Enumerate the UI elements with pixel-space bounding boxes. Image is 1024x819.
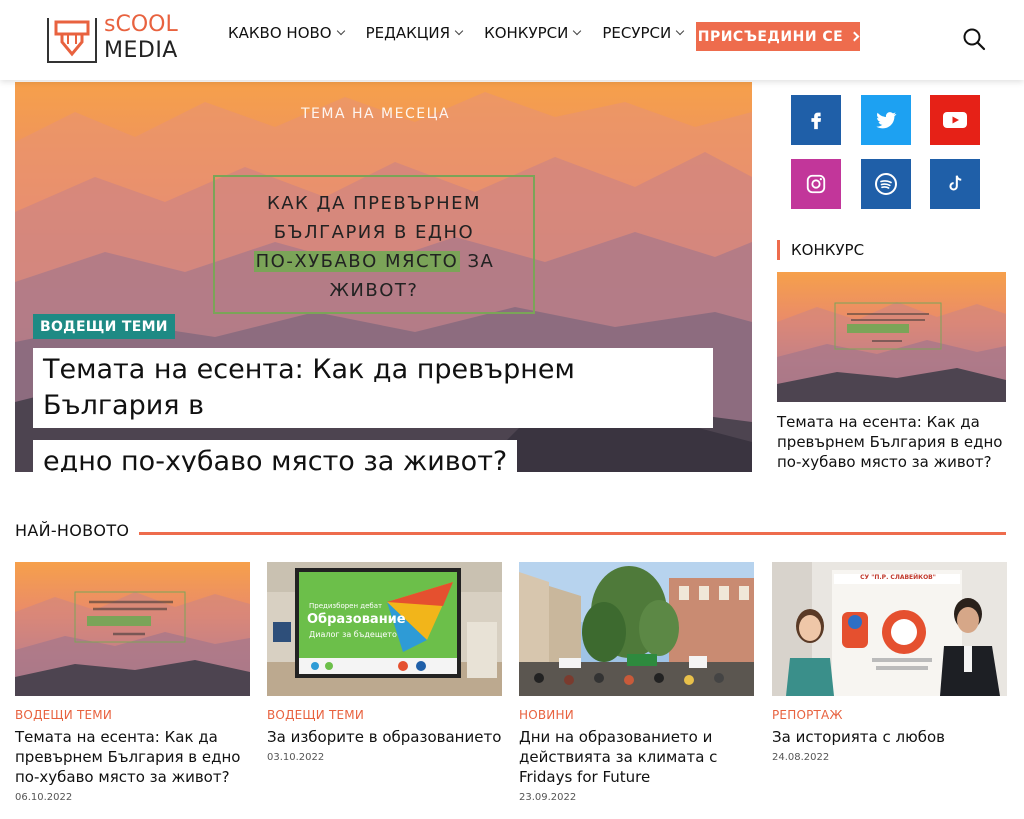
youtube-button[interactable]: [930, 95, 980, 145]
nav-item-redaktsiya[interactable]: РЕДАКЦИЯ: [365, 24, 464, 42]
screen-sub-text: Диалог за бъдещето: [309, 630, 397, 639]
twitter-icon: [876, 112, 897, 129]
screen-big-text: Образование: [307, 612, 406, 627]
instagram-button[interactable]: [791, 159, 841, 209]
tiktok-button[interactable]: [930, 159, 980, 209]
post-title[interactable]: Дни на образованието и действията за кли…: [519, 727, 754, 787]
site-logo[interactable]: sCOOL MEDIA: [46, 12, 196, 66]
post-date: 03.10.2022: [267, 752, 325, 763]
post-category[interactable]: НОВИНИ: [519, 708, 754, 722]
post-card[interactable]: СУ "П.Р. СЛАВЕЙКОВ" РЕПОРТАЖ За историят…: [772, 562, 1007, 763]
facebook-icon: [811, 112, 822, 130]
nav-item-kakvo-novo[interactable]: КАКВО НОВО: [228, 24, 345, 42]
post-card-image[interactable]: СУ "П.Р. СЛАВЕЙКОВ": [772, 562, 1007, 696]
hero-kicker: ТЕМА НА МЕСЕЦА: [300, 106, 451, 122]
chevron-right-icon: [849, 31, 860, 42]
site-header: sCOOL MEDIA КАКВО НОВО РЕДАКЦИЯ КОНКУРСИ…: [0, 0, 1024, 80]
hero-box-line: БЪЛГАРИЯ В ЕДНО: [273, 222, 475, 243]
post-date: 23.09.2022: [519, 792, 577, 803]
post-category[interactable]: ВОДЕЩИ ТЕМИ: [15, 708, 250, 722]
chevron-down-icon: [454, 26, 464, 36]
screen-small-text: Предизборен дебат: [309, 602, 383, 610]
post-thumbnail: [772, 562, 1007, 696]
post-title[interactable]: За историята с любов: [772, 727, 1007, 747]
facebook-button[interactable]: [791, 95, 841, 145]
post-thumbnail: [519, 562, 754, 696]
banner-text: СУ "П.Р. СЛАВЕЙКОВ": [860, 574, 936, 581]
hero-title[interactable]: Темата на есента: Как да превърнем Бълга…: [33, 348, 713, 472]
post-thumbnail: [15, 562, 250, 696]
nav-item-label: КАКВО НОВО: [228, 24, 332, 42]
spotify-icon: [875, 173, 897, 195]
youtube-icon: [943, 112, 967, 128]
main-nav: КАКВО НОВО РЕДАКЦИЯ КОНКУРСИ РЕСУРСИ: [228, 24, 685, 42]
nav-item-konkursi[interactable]: КОНКУРСИ: [484, 24, 582, 42]
post-card[interactable]: Предизборен дебат Образование Диалог за …: [267, 562, 502, 763]
sidebar-post-title[interactable]: Темата на есента: Как да превърнем Бълга…: [777, 412, 1007, 472]
hero-box-line: КАК ДА ПРЕВЪРНЕМ: [266, 193, 482, 214]
logo-scool-text: sCOOL: [104, 12, 178, 37]
hero-box-line: ЖИВОТ?: [329, 280, 419, 301]
pencil-logo-icon: [47, 18, 97, 63]
chevron-down-icon: [573, 26, 582, 36]
spotify-button[interactable]: [861, 159, 911, 209]
post-date: 24.08.2022: [772, 752, 830, 763]
tiktok-icon: [949, 175, 962, 191]
post-date: 06.10.2022: [15, 792, 73, 803]
hero-watermark: MEDIA: [37, 442, 81, 456]
post-title[interactable]: За изборите в образованието: [267, 727, 502, 747]
hero-box-highlight: ПО-ХУБАВО МЯСТО: [253, 251, 461, 272]
latest-divider: [139, 532, 1006, 535]
post-thumbnail: [267, 562, 502, 696]
join-button[interactable]: ПРИСЪЕДИНИ СЕ: [696, 22, 860, 51]
post-card-image[interactable]: [15, 562, 250, 696]
nav-item-label: РЕДАКЦИЯ: [365, 24, 451, 42]
hero-featured-post[interactable]: ТЕМА НА МЕСЕЦА КАК ДА ПРЕВЪРНЕМ БЪЛГАРИЯ…: [15, 82, 752, 472]
nav-item-resursi[interactable]: РЕСУРСИ: [602, 24, 685, 42]
chevron-down-icon: [336, 26, 345, 36]
sidebar-thumbnail: [777, 272, 1006, 402]
hero-title-line[interactable]: едно по-хубаво място за живот?: [33, 440, 518, 472]
hero-category-badge[interactable]: ВОДЕЩИ ТЕМИ: [33, 314, 175, 339]
join-button-label: ПРИСЪЕДИНИ СЕ: [697, 28, 844, 45]
twitter-button[interactable]: [861, 95, 911, 145]
hero-headline-box: КАК ДА ПРЕВЪРНЕМ БЪЛГАРИЯ В ЕДНО ПО-ХУБА…: [213, 175, 535, 314]
post-category[interactable]: РЕПОРТАЖ: [772, 708, 1007, 722]
search-icon[interactable]: [962, 27, 986, 51]
chevron-down-icon: [675, 26, 685, 36]
post-card-image[interactable]: Предизборен дебат Образование Диалог за …: [267, 562, 502, 696]
nav-item-label: РЕСУРСИ: [602, 24, 672, 42]
post-card-image[interactable]: [519, 562, 754, 696]
post-card[interactable]: НОВИНИ Дни на образованието и действията…: [519, 562, 754, 803]
hero-title-line[interactable]: Темата на есента: Как да превърнем Бълга…: [33, 348, 713, 428]
post-card[interactable]: ВОДЕЩИ ТЕМИ Темата на есента: Как да пре…: [15, 562, 250, 803]
logo-media-text: MEDIA: [104, 38, 178, 63]
latest-heading: НАЙ-НОВОТО: [15, 521, 130, 540]
nav-item-label: КОНКУРСИ: [484, 24, 569, 42]
sidebar-post-image[interactable]: [777, 272, 1006, 402]
post-title[interactable]: Темата на есента: Как да превърнем Бълга…: [15, 727, 250, 787]
post-category[interactable]: ВОДЕЩИ ТЕМИ: [267, 708, 502, 722]
instagram-icon: [806, 174, 826, 194]
hero-box-line: ЗА: [460, 251, 495, 272]
sidebar-heading-konkurs: КОНКУРС: [777, 240, 864, 260]
